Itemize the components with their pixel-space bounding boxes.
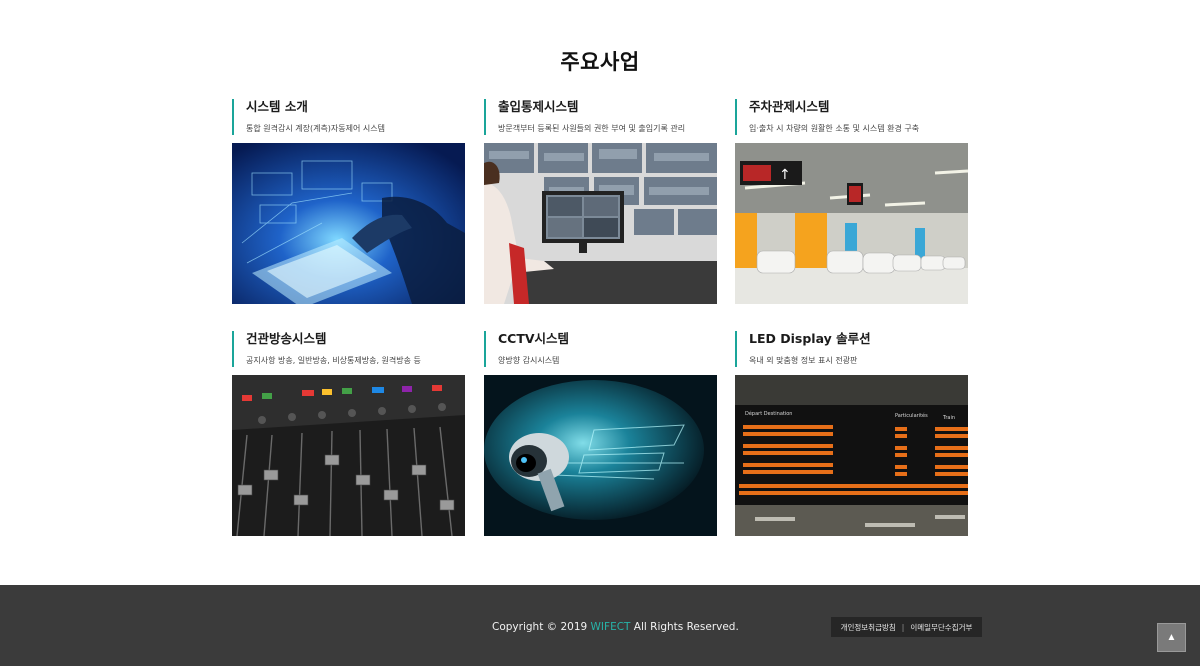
audio-mixer-image[interactable] [232, 375, 465, 536]
copyright-prefix: Copyright © 2019 [492, 621, 591, 633]
svg-text:Particularités: Particularités [895, 412, 928, 419]
card-description: 양방향 감시시스템 [498, 356, 560, 365]
tablet-hologram-image[interactable] [232, 143, 465, 304]
policy-links: 개인정보취급방침 | 이메일무단수집거부 [831, 617, 982, 637]
card-title[interactable]: 건관방송시스템 [246, 331, 465, 346]
card-description: 공지사항 방송, 일반방송, 비상통제방송, 원격방송 등 [246, 356, 421, 365]
section-title: 주요사업 [560, 50, 640, 74]
svg-text:Train: Train [942, 415, 955, 421]
card-description: 옥내 외 맞춤형 정보 표시 전광판 [749, 356, 858, 365]
card-title[interactable]: LED Display 솔루션 [749, 331, 968, 346]
departure-board-image[interactable]: Départ Destination Particularités Train [735, 375, 968, 536]
card-description: 방문객부터 등록된 사원들의 권한 부여 및 출입기록 관리 [498, 124, 686, 133]
cctv-camera-image[interactable] [484, 375, 717, 536]
card-header: 시스템 소개 통합 원격감시 계장(계측)자동제어 시스템 [232, 99, 465, 135]
parking-garage-image[interactable]: ↑ [735, 143, 968, 304]
svg-text:Départ Destination: Départ Destination [745, 410, 792, 417]
card-header: 출입통제시스템 방문객부터 등록된 사원들의 권한 부여 및 출입기록 관리 [484, 99, 717, 135]
email-refusal-link[interactable]: 이메일무단수집거부 [910, 622, 972, 633]
brand-name: WIFECT [590, 621, 631, 633]
card-header: CCTV시스템 양방향 감시시스템 [484, 331, 717, 367]
copyright-suffix: All Rights Reserved. [630, 621, 739, 633]
business-card-system-intro[interactable]: 시스템 소개 통합 원격감시 계장(계측)자동제어 시스템 [232, 99, 465, 304]
card-description: 입·출차 시 차량의 원활한 소통 및 시스템 환경 구축 [749, 124, 920, 133]
link-separator: | [901, 622, 905, 632]
footer: Copyright © 2019 WIFECT All Rights Reser… [0, 585, 1200, 666]
business-card-parking[interactable]: 주차관제시스템 입·출차 시 차량의 원활한 소통 및 시스템 환경 구축 ↑ [735, 99, 968, 304]
copyright-text: Copyright © 2019 WIFECT All Rights Reser… [492, 621, 739, 633]
business-card-cctv[interactable]: CCTV시스템 양방향 감시시스템 [484, 331, 717, 536]
card-title[interactable]: CCTV시스템 [498, 331, 717, 346]
svg-text:↑: ↑ [779, 167, 791, 183]
card-header: 건관방송시스템 공지사항 방송, 일반방송, 비상통제방송, 원격방송 등 [232, 331, 465, 367]
privacy-policy-link[interactable]: 개인정보취급방침 [841, 622, 896, 633]
business-card-access-control[interactable]: 출입통제시스템 방문객부터 등록된 사원들의 권한 부여 및 출입기록 관리 [484, 99, 717, 304]
business-card-broadcast[interactable]: 건관방송시스템 공지사항 방송, 일반방송, 비상통제방송, 원격방송 등 [232, 331, 465, 536]
card-title[interactable]: 주차관제시스템 [749, 99, 968, 114]
card-header: 주차관제시스템 입·출차 시 차량의 원활한 소통 및 시스템 환경 구축 [735, 99, 968, 135]
control-room-image[interactable] [484, 143, 717, 304]
card-title[interactable]: 시스템 소개 [246, 99, 465, 114]
scroll-top-button[interactable]: ▲ [1157, 623, 1186, 652]
card-title[interactable]: 출입통제시스템 [498, 99, 717, 114]
arrow-up-icon: ▲ [1166, 632, 1177, 643]
business-card-led-display[interactable]: LED Display 솔루션 옥내 외 맞춤형 정보 표시 전광판 Dépar… [735, 331, 968, 536]
card-header: LED Display 솔루션 옥내 외 맞춤형 정보 표시 전광판 [735, 331, 968, 367]
card-description: 통합 원격감시 계장(계측)자동제어 시스템 [246, 124, 385, 133]
